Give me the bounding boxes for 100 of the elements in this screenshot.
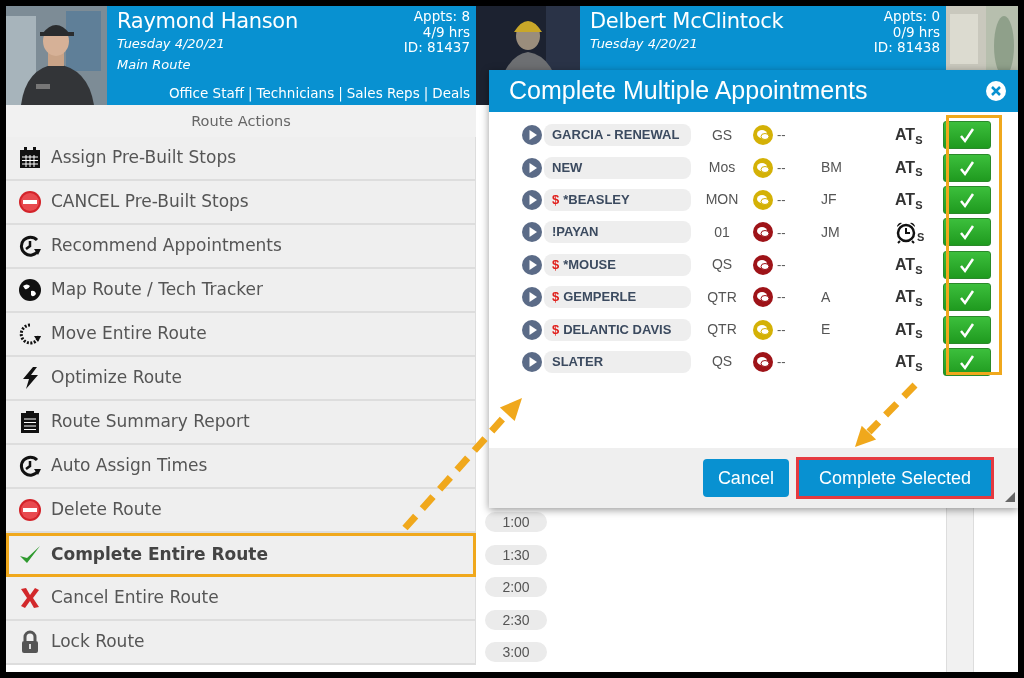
service-code: MON	[704, 190, 740, 210]
menu-item[interactable]: Lock Route	[6, 621, 476, 665]
link-separator: |	[338, 83, 343, 103]
chat-icon[interactable]	[753, 254, 773, 275]
initials: E	[820, 320, 832, 340]
appointment-name[interactable]: $ GEMPERLE	[544, 286, 691, 309]
menu-item[interactable]: Map Route / Tech Tracker	[6, 269, 476, 313]
status-label: AT$_{S}$	[895, 287, 923, 310]
initials: JM	[820, 222, 841, 242]
service-code: Mos	[707, 158, 737, 178]
time-slot: 2:00	[485, 577, 547, 598]
status-label: AT$_{S}$	[895, 125, 923, 148]
appointment-name[interactable]: !PAYAN	[544, 221, 691, 244]
menu-item[interactable]: Cancel Entire Route	[6, 577, 476, 621]
appointment-name[interactable]: $ DELANTIC DAVIS	[544, 318, 691, 341]
globe-icon	[18, 278, 42, 302]
status-label: AT$_{S}$	[895, 351, 923, 374]
resize-grip-icon[interactable]	[1005, 492, 1015, 502]
menu-item[interactable]: Delete Route	[6, 489, 476, 533]
time-slot: 3:00	[485, 642, 547, 662]
appointment-name[interactable]: NEW	[544, 156, 691, 179]
clock-icon	[18, 454, 42, 478]
appointment-name[interactable]: $ *MOUSE	[544, 253, 691, 276]
alarm-clock-icon	[895, 220, 917, 244]
menu-item[interactable]: CANCEL Pre-Built Stops	[6, 181, 476, 225]
clock-icon	[18, 234, 42, 258]
menu-item[interactable]: Recommend Appointments	[6, 225, 476, 269]
staff-link[interactable]: Sales Reps	[346, 82, 420, 103]
initials: A	[820, 287, 832, 307]
note-text: --	[776, 223, 787, 242]
appointment-name[interactable]: $ *BEASLEY	[544, 188, 691, 211]
checkbox[interactable]	[943, 218, 991, 247]
service-code: QTR	[706, 320, 738, 340]
note-text: --	[776, 191, 787, 210]
x-icon	[18, 586, 42, 610]
dialog-button[interactable]: Cancel	[702, 459, 789, 497]
chat-icon[interactable]	[753, 351, 773, 372]
section-title: Route Actions	[6, 105, 476, 137]
appointment-name[interactable]: GARCIA - RENEWAL	[544, 124, 691, 147]
time-slot: 1:00	[485, 512, 547, 533]
appointment-count: Appts: 0	[882, 9, 940, 25]
play-icon[interactable]	[522, 222, 542, 243]
note-text: --	[776, 353, 787, 372]
status-label: AT$_{S}$	[895, 189, 923, 212]
menu-item[interactable]: Route Summary Report	[6, 401, 476, 445]
hours-count: 4/9 hrs	[422, 24, 470, 41]
link-separator: |	[248, 83, 253, 103]
chat-icon[interactable]	[753, 222, 773, 243]
checkbox[interactable]	[943, 185, 991, 214]
stop-icon	[18, 190, 42, 214]
menu-item[interactable]: Move Entire Route	[6, 313, 476, 357]
service-code: QS	[710, 352, 734, 372]
staff-link[interactable]: Technicians	[256, 82, 335, 103]
service-code: QS	[710, 255, 734, 275]
dialog-button[interactable]: Complete Selected	[795, 457, 994, 499]
menu-item[interactable]: Complete Entire Route	[6, 533, 476, 577]
menu-item[interactable]: Auto Assign Times	[6, 445, 476, 489]
initials: JF	[820, 190, 838, 210]
menu-item[interactable]: Assign Pre-Built Stops	[6, 137, 476, 181]
play-icon[interactable]	[522, 125, 542, 146]
play-icon[interactable]	[522, 189, 542, 210]
route-name: Main Route	[117, 56, 192, 74]
note-text: --	[776, 256, 787, 274]
status-label: AT$_{S}$	[895, 254, 923, 277]
checkbox[interactable]	[943, 153, 991, 182]
close-icon[interactable]	[986, 81, 1006, 101]
checkbox[interactable]	[943, 347, 991, 376]
appointment-count: Appts: 8	[412, 9, 470, 25]
status-label: AT$_{S}$	[895, 319, 923, 342]
service-code: 01	[713, 222, 731, 242]
refresh-icon	[18, 322, 42, 346]
note-text: --	[776, 158, 787, 177]
check-icon	[958, 126, 976, 145]
technician-name: Raymond Hanson	[117, 9, 298, 35]
play-icon[interactable]	[522, 351, 542, 372]
play-icon[interactable]	[522, 254, 542, 275]
time-slot: 2:30	[485, 609, 547, 630]
note-text: --	[776, 288, 787, 307]
appointment-name[interactable]: SLATER	[544, 350, 691, 373]
stop-icon	[18, 498, 42, 522]
play-icon[interactable]	[522, 157, 542, 178]
checkbox[interactable]	[943, 283, 991, 312]
play-icon[interactable]	[522, 287, 542, 308]
play-icon[interactable]	[522, 319, 542, 340]
route-date: Tuesday 4/20/21	[590, 35, 699, 54]
status-label: S	[917, 230, 925, 245]
service-code: QTR	[706, 287, 738, 307]
checkbox[interactable]	[943, 121, 991, 150]
staff-link[interactable]: Deals	[432, 82, 470, 103]
route-date: Tuesday 4/20/21	[117, 35, 226, 54]
check-icon	[958, 288, 976, 307]
menu-item[interactable]: Optimize Route	[6, 357, 476, 401]
checkbox[interactable]	[943, 315, 991, 344]
staff-link[interactable]: Office Staff	[168, 82, 245, 103]
service-code: GS	[710, 125, 734, 145]
checkbox[interactable]	[943, 250, 991, 279]
calendar-icon	[18, 146, 42, 170]
chat-icon[interactable]	[753, 287, 773, 308]
note-text: --	[776, 126, 787, 145]
note-text: --	[776, 320, 787, 339]
